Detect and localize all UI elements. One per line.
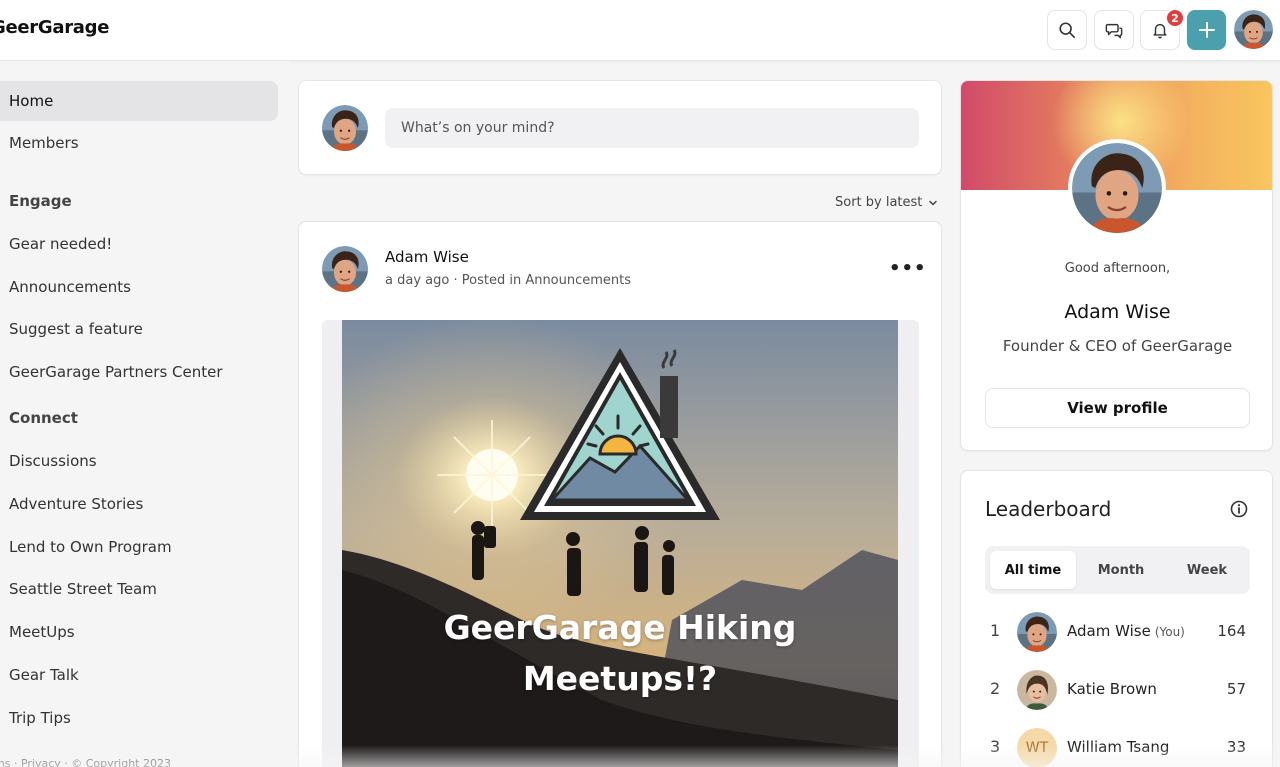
sort-dropdown[interactable]: Sort by latest <box>835 195 938 210</box>
avatar <box>1017 612 1057 652</box>
feed-post: Adam Wise a day ago · Posted in Announce… <box>298 221 942 767</box>
avatar <box>322 105 368 151</box>
post-author-name[interactable]: Adam Wise <box>385 248 469 266</box>
profile-role: Founder & CEO of GeerGarage <box>1002 337 1233 355</box>
score: 33 <box>1226 738 1246 756</box>
sidebar-item-members[interactable]: Members <box>0 123 278 163</box>
rank: 3 <box>990 737 1001 756</box>
top-bar: GeerGarage 2 <box>0 0 1280 61</box>
sidebar-item-gear-talk[interactable]: Gear Talk <box>0 655 278 695</box>
leaderboard-row[interactable]: 3 WT William Tsang 33 <box>985 728 1250 767</box>
member-name: William Tsang <box>1067 738 1170 756</box>
post-category-link[interactable]: Posted in Announcements <box>462 273 631 288</box>
info-icon[interactable] <box>1229 499 1249 519</box>
search-button[interactable] <box>1047 10 1087 50</box>
sidebar-item-partners-center[interactable]: GeerGarage Partners Center <box>0 352 278 392</box>
post-meta: a day ago · Posted in Announcements <box>385 273 631 288</box>
sidebar: Home Members Engage Gear needed! Announc… <box>0 61 290 767</box>
profile-card: Good afternoon, Adam Wise Founder & CEO … <box>960 80 1273 451</box>
profile-greeting: Good afternoon, <box>1064 261 1171 276</box>
sidebar-item-announcements[interactable]: Announcements <box>0 267 278 307</box>
tab-all-time[interactable]: All time <box>990 551 1076 589</box>
rank: 2 <box>990 679 1001 698</box>
leaderboard-card: Leaderboard All time Month Week 1 Adam W… <box>960 470 1273 767</box>
sidebar-item-home[interactable]: Home <box>0 81 278 121</box>
sidebar-item-meetups[interactable]: MeetUps <box>0 612 278 652</box>
post-time: a day ago <box>385 273 450 288</box>
sidebar-item-suggest-feature[interactable]: Suggest a feature <box>0 309 278 349</box>
post-image[interactable]: GeerGarage Hiking Meetups!? <box>342 320 898 767</box>
post-image-title: GeerGarage Hiking Meetups!? <box>342 602 898 704</box>
brand-logo[interactable]: GeerGarage <box>0 17 109 38</box>
member-name: Katie Brown <box>1067 680 1157 698</box>
post-author-avatar[interactable] <box>322 246 368 292</box>
plus-icon <box>1198 22 1215 38</box>
leaderboard-tabs: All time Month Week <box>985 546 1250 594</box>
sidebar-heading-connect: Connect <box>9 409 78 427</box>
score: 164 <box>1217 622 1246 640</box>
sidebar-heading-engage: Engage <box>9 192 72 210</box>
leaderboard-title: Leaderboard <box>985 497 1112 521</box>
sidebar-item-gear-needed[interactable]: Gear needed! <box>0 224 278 264</box>
sidebar-item-seattle-street-team[interactable]: Seattle Street Team <box>0 569 278 609</box>
post-image-title-line1: GeerGarage Hiking <box>443 608 797 647</box>
post-meta-separator: · <box>453 273 458 288</box>
post-image-container: GeerGarage Hiking Meetups!? <box>322 320 919 767</box>
messages-button[interactable] <box>1094 10 1134 50</box>
chat-bubbles-icon <box>1105 23 1123 39</box>
sidebar-item-discussions[interactable]: Discussions <box>0 441 278 481</box>
rank: 1 <box>990 621 1001 640</box>
footer-links[interactable]: ms · Privacy · © Copyright 2023 <box>0 757 171 767</box>
whats-on-your-mind-input[interactable]: What’s on your mind? <box>385 108 919 148</box>
chevron-down-icon <box>929 200 938 205</box>
post-composer: What’s on your mind? <box>298 80 942 175</box>
avatar-initials: WT <box>1017 728 1057 767</box>
avatar <box>1234 10 1273 49</box>
you-label: (You) <box>1154 625 1185 639</box>
leaderboard-row[interactable]: 1 Adam Wise (You) 164 <box>985 612 1250 652</box>
post-image-title-line2: Meetups!? <box>522 659 718 698</box>
tab-month[interactable]: Month <box>1081 551 1161 589</box>
avatar <box>1017 670 1057 710</box>
leaderboard-row[interactable]: 2 Katie Brown 57 <box>985 670 1250 710</box>
notifications-button[interactable]: 2 <box>1140 8 1185 50</box>
more-options-icon[interactable]: ••• <box>889 258 927 279</box>
notification-count-badge: 2 <box>1165 8 1185 28</box>
tab-week[interactable]: Week <box>1167 551 1247 589</box>
sidebar-item-lend-to-own[interactable]: Lend to Own Program <box>0 527 278 567</box>
member-name: Adam Wise (You) <box>1067 622 1185 640</box>
sort-label: Sort by latest <box>835 195 923 210</box>
profile-avatar[interactable] <box>1068 139 1166 237</box>
create-button[interactable] <box>1187 10 1226 50</box>
user-avatar-menu[interactable] <box>1234 10 1273 49</box>
sidebar-item-adventure-stories[interactable]: Adventure Stories <box>0 484 278 524</box>
profile-name: Adam Wise <box>1064 301 1171 323</box>
search-icon <box>1059 22 1076 39</box>
view-profile-button[interactable]: View profile <box>985 388 1250 428</box>
sidebar-item-trip-tips[interactable]: Trip Tips <box>0 698 278 738</box>
score: 57 <box>1226 680 1246 698</box>
